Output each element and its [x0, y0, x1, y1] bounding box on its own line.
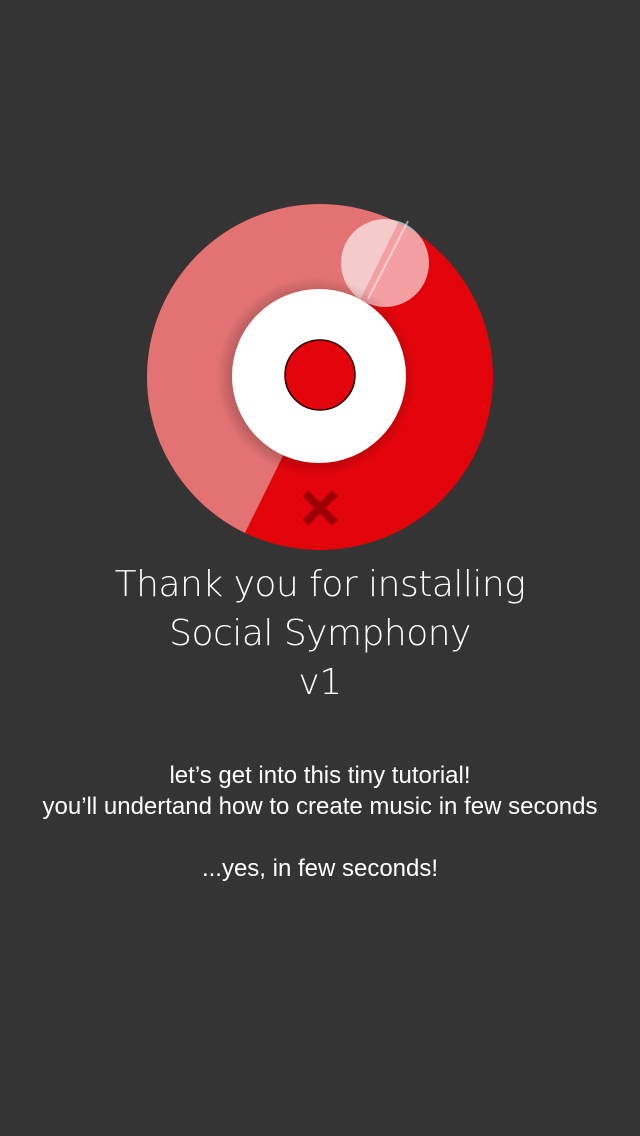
tutorial-intro: let’s get into this tiny tutorial! you’l…	[0, 760, 640, 884]
intro-line-3: ...yes, in few seconds!	[201, 855, 439, 882]
intro-line-1: let’s get into this tiny tutorial!	[169, 762, 471, 789]
heading-line-1: Thank you for installing	[114, 564, 526, 605]
intro-line-2: you’ll undertand how to create music in …	[42, 793, 598, 820]
app-name: Social Symphony	[169, 613, 471, 654]
record-disc-icon	[147, 204, 493, 550]
version-label: v1	[298, 662, 342, 703]
app-logo	[146, 203, 494, 551]
welcome-heading: Thank you for installing Social Symphony…	[0, 560, 640, 707]
